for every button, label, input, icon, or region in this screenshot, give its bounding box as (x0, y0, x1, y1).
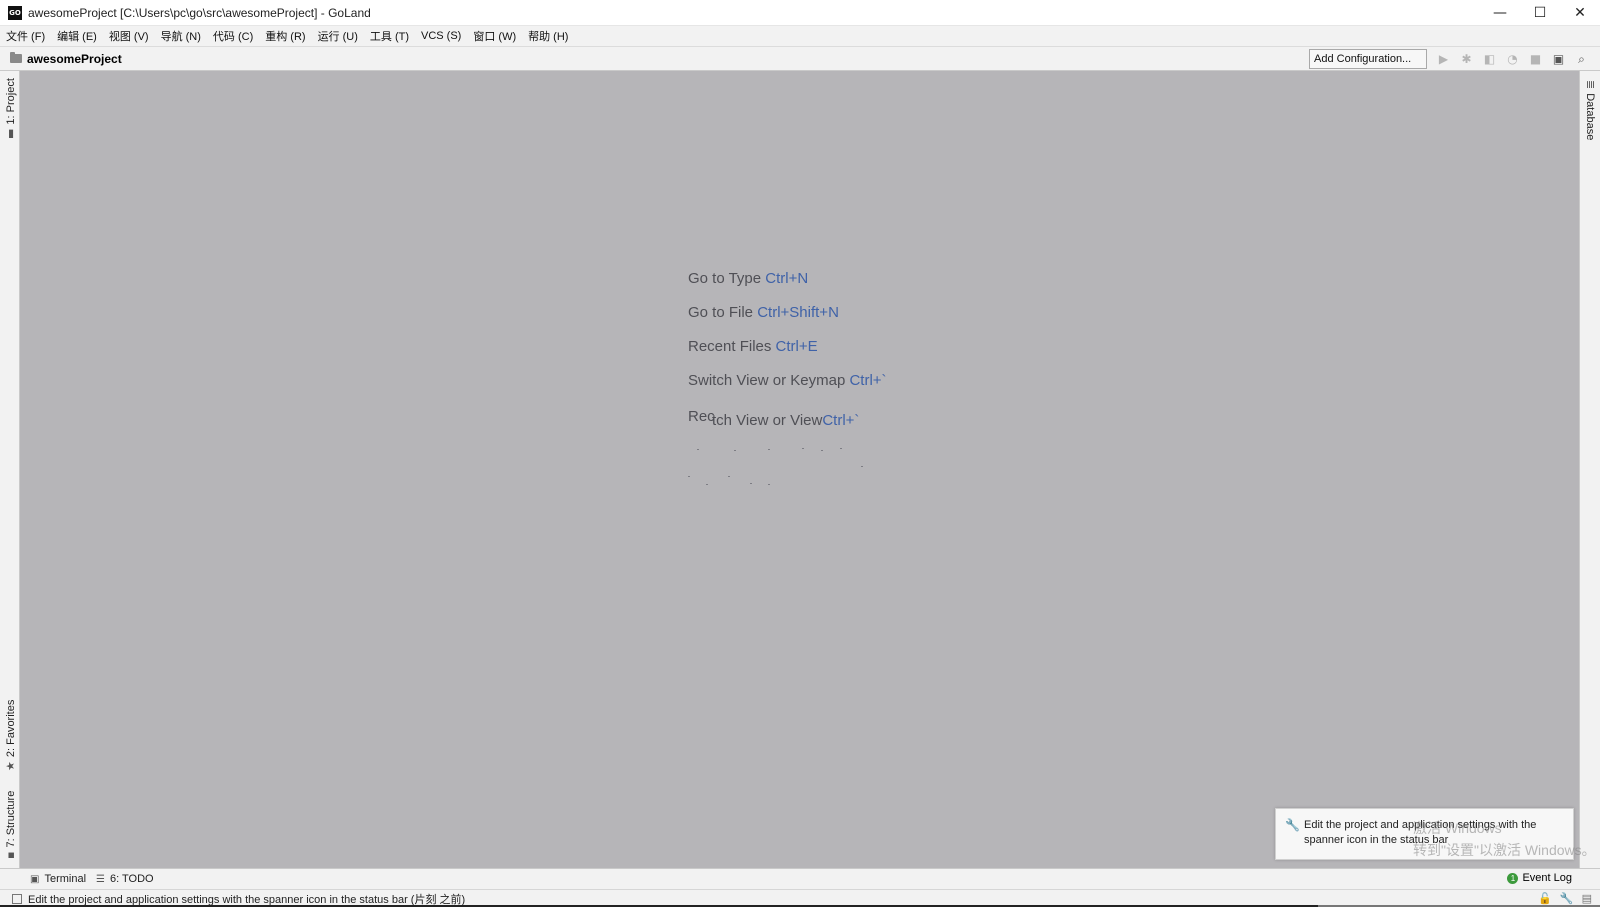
menu-window[interactable]: 窗口 (W) (473, 28, 516, 44)
watermark-line-2: 转到"设置"以激活 Windows。 (1413, 842, 1596, 858)
editor-area[interactable]: Go to Type Ctrl+N Go to File Ctrl+Shift+… (20, 71, 1579, 868)
menu-bar: 文件 (F) 编辑 (E) 视图 (V) 导航 (N) 代码 (C) 重构 (R… (0, 26, 1600, 46)
hint-recent-files: Recent Files Ctrl+E (688, 338, 887, 372)
hint-incoming-text: tch View or ViewCtrl+` (712, 412, 859, 429)
fragment (840, 448, 842, 449)
fragment (750, 483, 752, 484)
coverage-icon[interactable]: ◧ (1478, 50, 1501, 68)
event-log-button[interactable]: 1 Event Log (1507, 872, 1572, 884)
menu-code[interactable]: 代码 (C) (213, 28, 253, 44)
hint-transition: Rec tch View or ViewCtrl+` (688, 406, 887, 446)
hint-shortcut: Ctrl+E (775, 338, 818, 355)
menu-help[interactable]: 帮助 (H) (528, 28, 568, 44)
bottom-tool-stripe: ▣ Terminal ☰ 6: TODO 1 Event Log (0, 868, 1600, 889)
fragment (734, 450, 736, 451)
menu-run[interactable]: 运行 (U) (318, 28, 358, 44)
run-icon[interactable]: ▶ (1432, 50, 1455, 68)
menu-vcs[interactable]: VCS (S) (421, 30, 461, 42)
watermark-line-1: 激活 Windows (1413, 820, 1502, 836)
hint-shortcut: Ctrl+Shift+N (757, 304, 839, 321)
tool-tab-project-label: 1: Project (4, 78, 17, 125)
breadcrumb-project[interactable]: awesomeProject (27, 52, 122, 66)
hint-shortcut: Ctrl+` (822, 412, 860, 429)
folder-icon (10, 52, 22, 63)
tool-tab-todo[interactable]: ☰ 6: TODO (96, 873, 154, 885)
tool-tab-terminal[interactable]: ▣ Terminal (30, 873, 86, 885)
fragment (697, 449, 699, 450)
fragment (861, 466, 863, 467)
tool-tab-structure-label: 7: Structure (4, 790, 17, 848)
event-count-badge: 1 (1507, 872, 1519, 884)
hint-go-to-type: Go to Type Ctrl+N (688, 270, 887, 304)
title-bar: GO awesomeProject [C:\Users\pc\go\src\aw… (0, 0, 1600, 26)
menu-edit[interactable]: 编辑 (E) (57, 28, 97, 44)
hint-animation-fragments (688, 448, 888, 488)
hint-switch-view: Switch View or Keymap Ctrl+` (688, 372, 887, 406)
empty-editor-hints: Go to Type Ctrl+N Go to File Ctrl+Shift+… (688, 270, 887, 446)
close-button[interactable]: ✕ (1560, 0, 1600, 26)
tool-tab-todo-label: 6: TODO (110, 873, 154, 885)
menu-file[interactable]: 文件 (F) (6, 28, 45, 44)
menu-navigate[interactable]: 导航 (N) (161, 28, 201, 44)
hint-text: tch View or View (712, 412, 823, 429)
terminal-icon: ▣ (30, 873, 40, 885)
wrench-icon: 🔧 (1285, 818, 1300, 832)
fragment (688, 476, 690, 477)
tool-tab-project[interactable]: ▬ 1: Project (4, 78, 17, 139)
menu-refactor[interactable]: 重构 (R) (265, 28, 305, 44)
fragment (706, 484, 708, 485)
right-tool-stripe: ≣ Database (1579, 71, 1600, 868)
star-icon: ★ (4, 761, 17, 771)
fragment (768, 484, 770, 485)
navigation-bar: awesomeProject Add Configuration... ▶ ✱ … (0, 46, 1600, 71)
window-title: awesomeProject [C:\Users\pc\go\src\aweso… (28, 5, 371, 20)
hint-fading-text: Rec (688, 408, 715, 425)
stop-icon[interactable]: ■ (1524, 50, 1547, 68)
menu-view[interactable]: 视图 (V) (109, 28, 149, 44)
tool-tab-database[interactable]: ≣ Database (1584, 80, 1597, 140)
menu-tools[interactable]: 工具 (T) (370, 28, 409, 44)
memory-icon[interactable]: ▤ (1582, 892, 1592, 905)
hint-shortcut: Ctrl+` (849, 372, 887, 389)
fragment (768, 449, 770, 450)
lock-icon[interactable]: 🔓 (1538, 892, 1552, 905)
hint-go-to-file: Go to File Ctrl+Shift+N (688, 304, 887, 338)
spanner-icon[interactable]: 🔧 (1560, 892, 1574, 905)
hint-text: Go to Type (688, 270, 762, 287)
hint-shortcut: Ctrl+N (765, 270, 809, 287)
fragment (802, 448, 804, 449)
windows-activation-watermark: 激活 Windows 转到"设置"以激活 Windows。 (1413, 817, 1596, 861)
event-log-label: Event Log (1522, 872, 1572, 884)
hint-text: Recent Files (688, 338, 772, 355)
fragment (821, 450, 823, 451)
frame-icon[interactable]: ▣ (1547, 50, 1570, 68)
profile-icon[interactable]: ◔ (1501, 50, 1524, 68)
debug-icon[interactable]: ✱ (1455, 50, 1478, 68)
run-toolbar: ▶ ✱ ◧ ◔ ■ ▣ ⌕ (1432, 50, 1593, 68)
add-configuration-button[interactable]: Add Configuration... (1309, 49, 1427, 69)
database-icon: ≣ (1584, 80, 1597, 90)
maximize-button[interactable]: ☐ (1520, 0, 1560, 26)
minimize-button[interactable]: — (1480, 0, 1520, 26)
goland-logo-icon: GO (8, 5, 22, 20)
hint-text: Go to File (688, 304, 754, 321)
search-icon[interactable]: ⌕ (1570, 50, 1593, 68)
structure-icon: ▪ (4, 851, 17, 859)
tool-tab-database-label: Database (1584, 93, 1597, 141)
window-controls: — ☐ ✕ (1480, 0, 1600, 26)
fragment (728, 476, 730, 477)
tool-tab-favorites-label: 2: Favorites (4, 699, 17, 758)
left-tool-stripe: ▬ 1: Project ★ 2: Favorites ▪ 7: Structu… (0, 71, 20, 868)
hint-text: Switch View or Keymap (688, 372, 846, 389)
status-widgets: 🔓 🔧 ▤ (1530, 892, 1592, 905)
toggle-tool-windows-icon[interactable] (12, 893, 22, 904)
todo-list-icon: ☰ (96, 873, 105, 885)
project-folder-icon: ▬ (4, 128, 17, 139)
tool-tab-terminal-label: Terminal (44, 873, 87, 885)
tool-tab-favorites[interactable]: ★ 2: Favorites (4, 700, 17, 771)
tool-tab-structure[interactable]: ▪ 7: Structure (4, 791, 17, 859)
